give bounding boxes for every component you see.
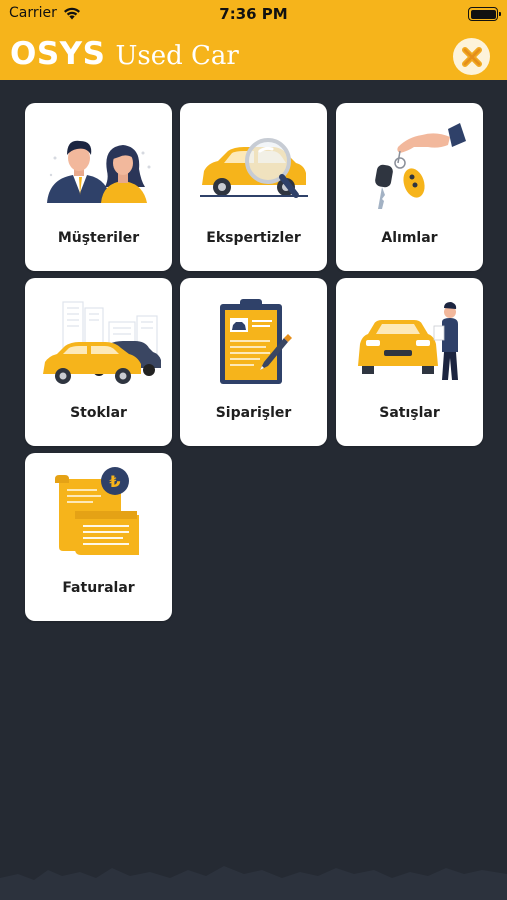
customers-icon bbox=[47, 140, 151, 203]
stock-icon bbox=[43, 301, 161, 384]
app-header: Carrier 7:36 PM OSYS Used Car bbox=[0, 0, 507, 80]
sales-icon bbox=[358, 302, 458, 380]
app-title: OSYS Used Car bbox=[10, 36, 239, 72]
tile-label: Siparişler bbox=[215, 405, 292, 421]
status-bar: Carrier 7:36 PM bbox=[0, 0, 507, 28]
tile-label: Müşteriler bbox=[57, 230, 140, 246]
expertise-icon bbox=[200, 138, 308, 198]
menu-tile-sales[interactable]: Satışlar bbox=[336, 278, 483, 446]
background-silhouette bbox=[0, 866, 507, 900]
orders-icon bbox=[220, 299, 292, 384]
menu-tile-orders[interactable]: Siparişler bbox=[180, 278, 327, 446]
tile-label: Alımlar bbox=[381, 230, 438, 246]
invoices-icon: ₺ bbox=[55, 467, 139, 555]
close-button[interactable] bbox=[453, 38, 490, 75]
svg-text:₺: ₺ bbox=[109, 472, 120, 491]
purchases-icon bbox=[375, 123, 466, 209]
brand-bold: OSYS bbox=[10, 36, 106, 72]
menu-tile-purchases[interactable]: Alımlar bbox=[336, 103, 483, 271]
menu-tile-customers[interactable]: Müşteriler bbox=[25, 103, 172, 271]
tile-label: Faturalar bbox=[62, 580, 135, 596]
battery-icon bbox=[468, 7, 501, 21]
brand-light: Used Car bbox=[115, 41, 239, 71]
menu-tile-expertise[interactable]: Ekspertizler bbox=[180, 103, 327, 271]
tile-label: Ekspertizler bbox=[206, 230, 301, 246]
menu-tile-invoices[interactable]: ₺ Faturalar bbox=[25, 453, 172, 621]
tile-label: Stoklar bbox=[70, 405, 127, 421]
close-x-icon bbox=[461, 46, 482, 67]
clock: 7:36 PM bbox=[219, 5, 288, 23]
tile-label: Satışlar bbox=[379, 405, 440, 421]
menu-tile-stock[interactable]: Stoklar bbox=[25, 278, 172, 446]
